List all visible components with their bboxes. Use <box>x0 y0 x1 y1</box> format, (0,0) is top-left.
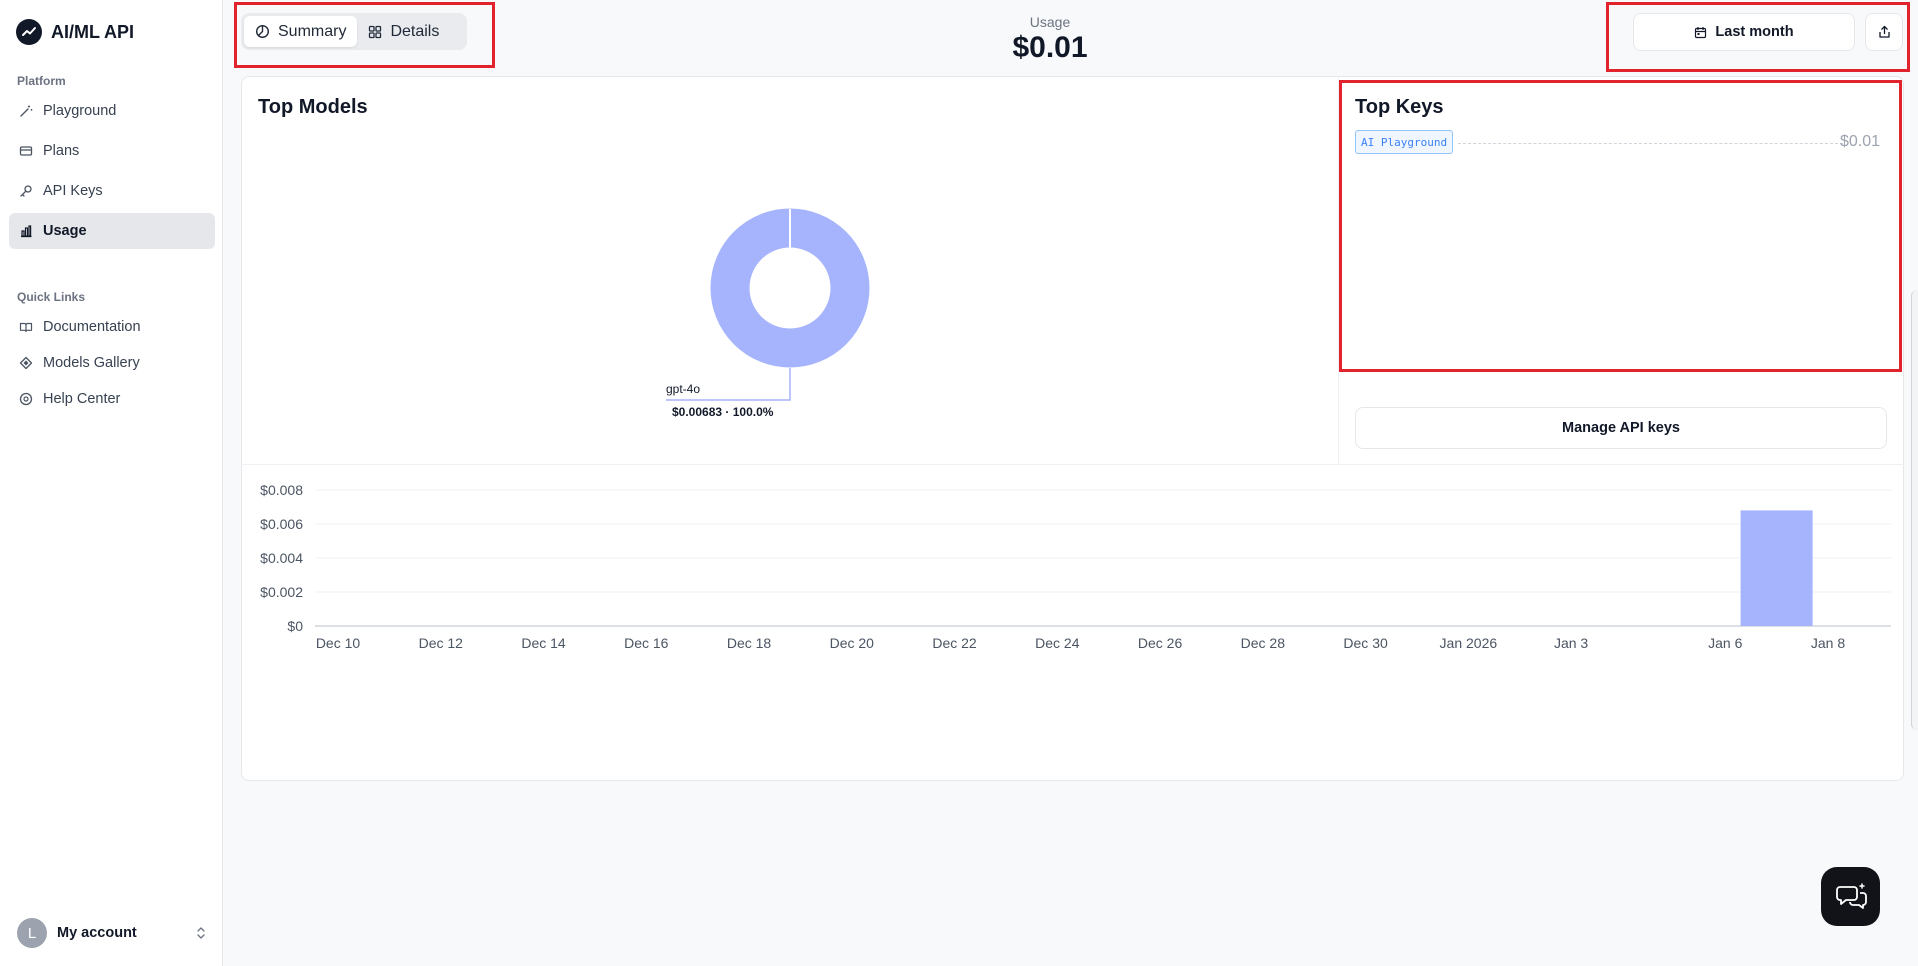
panel-divider <box>241 464 1904 465</box>
x-tick-label: Dec 18 <box>727 635 772 651</box>
donut-slice-label: gpt-4o <box>666 382 700 396</box>
x-tick-label: Jan 3 <box>1554 635 1588 651</box>
brand-logo-icon <box>16 19 42 45</box>
account-name: My account <box>57 925 137 941</box>
y-tick-label: $0.008 <box>260 482 303 498</box>
y-tick-label: $0.004 <box>260 550 303 566</box>
sidebar-item-models-gallery[interactable]: Models Gallery <box>9 345 215 381</box>
wand-icon <box>20 105 33 117</box>
x-tick-label: Dec 10 <box>316 635 361 651</box>
x-tick-label: Dec 12 <box>419 635 464 651</box>
book-icon <box>19 322 33 333</box>
x-tick-label: Dec 30 <box>1343 635 1388 651</box>
bar-chart-icon <box>21 225 32 238</box>
x-tick-label: Dec 26 <box>1138 635 1183 651</box>
usage-label: Usage <box>1029 14 1071 30</box>
usage-total: $0.01 <box>1012 31 1088 64</box>
x-tick-label: Dec 28 <box>1241 635 1286 651</box>
x-tick-label: Dec 24 <box>1035 635 1080 651</box>
sidebar-item-plans[interactable]: Plans <box>9 133 215 169</box>
avatar: L <box>17 918 47 948</box>
x-tick-label: Jan 6 <box>1708 635 1742 651</box>
period-select-button[interactable]: Last month <box>1633 13 1855 51</box>
key-icon <box>20 185 32 197</box>
x-tick-label: Jan 8 <box>1811 635 1845 651</box>
chat-support-button[interactable] <box>1821 867 1880 926</box>
sidebar-item-usage[interactable]: Usage <box>9 213 215 249</box>
key-usage-value: $0.01 <box>1840 133 1881 150</box>
manage-api-keys-button[interactable]: Manage API keys <box>1355 407 1887 449</box>
sidebar-item-label: Playground <box>43 103 117 119</box>
scrollbar[interactable] <box>1911 290 1918 730</box>
account-menu[interactable]: L My account <box>17 917 207 949</box>
x-tick-label: Dec 22 <box>932 635 977 651</box>
tab-details[interactable]: Details <box>357 16 450 47</box>
period-label: Last month <box>1715 24 1794 40</box>
export-button[interactable] <box>1865 13 1903 51</box>
sidebar-item-playground[interactable]: Playground <box>9 93 215 129</box>
help-circle-icon <box>19 392 33 406</box>
sidebar-item-label: Documentation <box>43 319 141 335</box>
panel-divider <box>1338 76 1339 464</box>
brand[interactable]: AI/ML API <box>16 19 134 45</box>
sidebar: AI/ML API Platform Playground Plans API … <box>0 0 223 966</box>
calendar-icon <box>1695 26 1707 38</box>
top-models-donut: gpt-4o $0.00683 · 100.0% <box>666 208 870 419</box>
pie-icon <box>255 24 270 39</box>
sidebar-item-label: Plans <box>43 143 80 159</box>
donut-slice-value: $0.00683 · 100.0% <box>672 405 774 419</box>
top-models-title: Top Models <box>258 96 368 118</box>
view-toggle: Summary Details <box>241 13 467 50</box>
y-tick-label: $0.006 <box>260 516 303 532</box>
grid-icon <box>369 25 382 38</box>
chevron-updown-icon <box>197 927 205 939</box>
card-icon <box>19 146 33 156</box>
y-tick-label: $0 <box>287 618 303 634</box>
daily-usage-chart: $0.008 $0.006 $0.004 $0.002 $0 Dec 10 Dec 12 De… <box>260 482 1891 651</box>
sidebar-item-label: Help Center <box>43 391 121 407</box>
key-chip-ai-playground[interactable]: AI Playground <box>1355 130 1454 154</box>
sidebar-item-label: API Keys <box>43 183 103 199</box>
brand-name: AI/ML API <box>51 21 135 42</box>
platform-section-label: Platform <box>17 74 66 88</box>
tab-summary[interactable]: Summary <box>244 16 358 47</box>
tab-label: Details <box>390 22 440 40</box>
sidebar-item-help-center[interactable]: Help Center <box>9 381 215 417</box>
key-leader-line <box>1458 143 1843 144</box>
x-tick-label: Jan 2026 <box>1440 635 1498 651</box>
usage-summary: Usage $0.01 <box>950 14 1150 65</box>
sidebar-item-documentation[interactable]: Documentation <box>9 309 215 345</box>
x-tick-label: Dec 20 <box>830 635 875 651</box>
bar-jan-7 <box>1740 510 1813 626</box>
x-tick-label: Dec 16 <box>624 635 669 651</box>
sidebar-item-api-keys[interactable]: API Keys <box>9 173 215 209</box>
diamond-icon <box>19 356 33 370</box>
sidebar-item-label: Models Gallery <box>43 355 140 371</box>
quicklinks-section-label: Quick Links <box>17 290 86 304</box>
tab-label: Summary <box>278 22 347 40</box>
sidebar-item-label: Usage <box>43 223 87 239</box>
chat-icon <box>1835 882 1867 909</box>
y-tick-label: $0.002 <box>260 584 303 600</box>
top-keys-title: Top Keys <box>1355 96 1444 118</box>
x-tick-label: Dec 14 <box>521 635 566 651</box>
share-icon <box>1878 25 1890 38</box>
